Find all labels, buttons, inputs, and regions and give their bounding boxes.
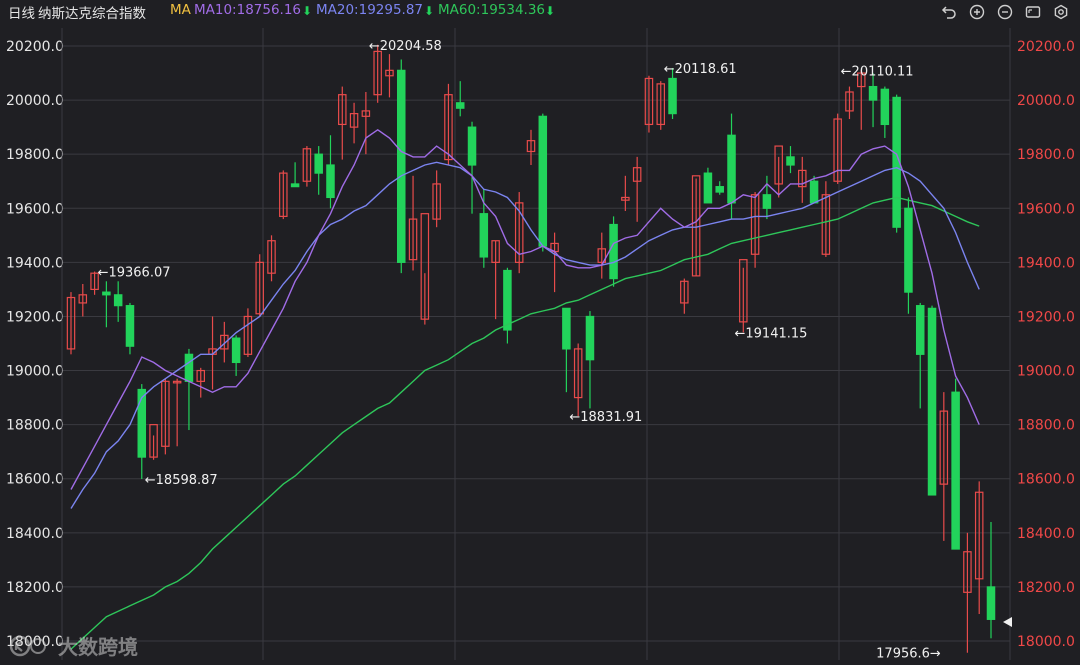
ma10-line (70, 128, 980, 490)
candle-body (809, 180, 819, 204)
candle-body (455, 102, 465, 109)
candle-body (585, 315, 595, 361)
y-tick-label-right: 20000.0 (1017, 93, 1075, 109)
last-price-marker (1003, 617, 1012, 627)
y-tick-label-left: 19000.0 (6, 364, 64, 380)
candle-body (609, 223, 618, 280)
y-tick-label-right: 18400.0 (1017, 526, 1075, 542)
extreme-value-annotation: ←20204.58 (369, 39, 442, 54)
chart-header: 日线 纳斯达克综合指数 MA MA10:18756.16 ⬇ MA20:1929… (0, 0, 1080, 26)
y-tick-label-left: 19200.0 (6, 309, 64, 325)
y-tick-label-left: 18600.0 (6, 472, 64, 488)
candle-body (503, 269, 512, 331)
candle-body (231, 337, 241, 364)
extreme-value-annotation: ←20118.61 (664, 62, 737, 77)
candle-body (868, 85, 878, 101)
candle-body (314, 153, 323, 174)
extreme-value-annotation: ←19141.15 (735, 326, 808, 341)
ma60-down-arrow-icon: ⬇ (545, 4, 556, 18)
candle-body (986, 586, 996, 620)
candle-body (102, 291, 111, 296)
ma20-down-arrow-icon: ⬇ (424, 4, 435, 18)
candle-body (467, 126, 477, 166)
y-tick-label-left: 18400.0 (6, 526, 64, 542)
y-tick-label-left: 19400.0 (6, 255, 64, 271)
ma60-line (70, 196, 980, 650)
candle-body (727, 134, 736, 204)
y-tick-label-right: 19400.0 (1017, 255, 1075, 271)
ma20-line (70, 161, 980, 509)
candle-body (915, 305, 925, 355)
candle-body (290, 183, 300, 188)
y-tick-label-left: 19600.0 (6, 201, 64, 217)
candle-body (715, 186, 724, 193)
watermark-icon (9, 635, 46, 656)
candle-body (184, 353, 194, 382)
candle-body (397, 69, 406, 263)
ma20-value: MA20:19295.87 (316, 2, 424, 18)
y-tick-label-left: 20000.0 (6, 93, 64, 109)
zoom-in-icon[interactable] (966, 1, 988, 23)
candle-body (703, 172, 713, 204)
candle-body (125, 305, 135, 347)
candle-body (538, 115, 548, 247)
candle-body (951, 391, 960, 550)
y-tick-label-right: 20200.0 (1017, 39, 1075, 55)
y-tick-label-left: 19800.0 (6, 147, 64, 163)
y-tick-label-left: 18200.0 (6, 580, 64, 596)
candle-body (786, 156, 795, 166)
y-tick-label-right: 19000.0 (1017, 364, 1075, 380)
candle-body (927, 307, 937, 496)
candle-body (113, 294, 123, 307)
watermark-text: 大数跨境 (58, 635, 138, 659)
candlestick-chart[interactable]: 20200.0 20200.0 20000.0 20000.0 19800.0 19800… (0, 0, 1080, 665)
ma10-value: MA10:18756.16 (194, 2, 302, 18)
y-tick-label-right: 18000.0 (1017, 634, 1075, 650)
extreme-value-annotation: ←19366.07 (98, 266, 171, 281)
ma10-down-arrow-icon: ⬇ (302, 4, 313, 18)
y-tick-label-right: 19600.0 (1017, 201, 1075, 217)
index-name: 纳斯达克综合指数 (38, 6, 146, 22)
ma60-value: MA60:19534.36 (438, 2, 546, 18)
zoom-out-icon[interactable] (994, 1, 1016, 23)
candle-body (904, 207, 913, 293)
candle-body (137, 388, 147, 458)
extreme-value-annotation: 17956.6→ (876, 647, 941, 662)
ma-label: MA (170, 2, 191, 18)
y-tick-label-right: 18200.0 (1017, 580, 1075, 596)
extreme-value-annotation: ←18831.91 (569, 410, 642, 425)
candle-body (479, 213, 489, 258)
period-label: 日线 (8, 6, 35, 22)
y-tick-label-right: 19800.0 (1017, 147, 1075, 163)
candle-body (880, 88, 890, 126)
y-tick-label-left: 20200.0 (6, 39, 64, 55)
undo-icon[interactable] (938, 1, 960, 23)
candle-body (668, 77, 677, 115)
extreme-value-annotation: ←18598.87 (145, 473, 218, 488)
y-tick-label-right: 18800.0 (1017, 418, 1075, 434)
y-tick-label-right: 19200.0 (1017, 309, 1075, 325)
y-tick-label-right: 18600.0 (1017, 472, 1075, 488)
y-tick-label-left: 18800.0 (6, 418, 64, 434)
settings-icon[interactable] (1050, 1, 1072, 23)
extreme-value-annotation: ←20110.11 (841, 64, 914, 79)
fullscreen-icon[interactable] (1022, 1, 1044, 23)
candle-body (762, 194, 772, 209)
candle-body (562, 307, 571, 350)
watermark-logo: 大数跨境 (8, 631, 138, 660)
candle-body (326, 164, 335, 199)
